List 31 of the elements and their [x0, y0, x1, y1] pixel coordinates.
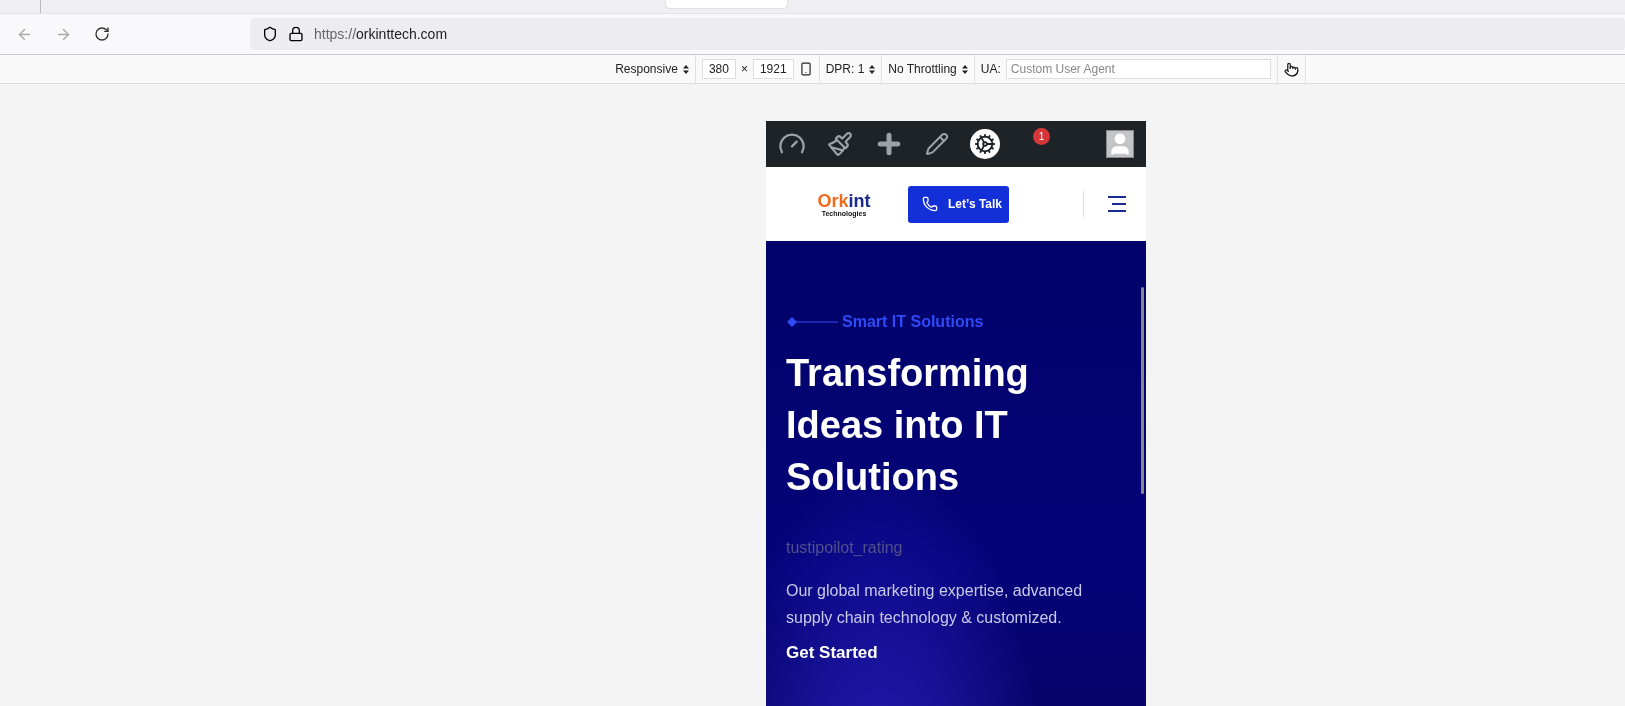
reload-icon[interactable] [94, 26, 110, 42]
hero-description: Our global marketing expertise, advanced supply chain technology & customized. [786, 581, 1084, 628]
height-input[interactable]: 1921 [752, 59, 794, 79]
width-input[interactable]: 380 [701, 59, 736, 79]
hero-tagline: Smart IT Solutions [842, 313, 984, 331]
ua-input[interactable]: Custom User Agent [1005, 59, 1271, 79]
url-text: https://orkinttech.com [314, 26, 448, 42]
shield-icon [262, 26, 278, 42]
brush-icon[interactable] [827, 131, 853, 157]
caret-icon [869, 64, 876, 74]
phone-icon [922, 196, 938, 212]
device-select[interactable]: Responsive [615, 62, 678, 76]
touch-icon[interactable] [1283, 61, 1299, 77]
times-sign: × [740, 62, 748, 76]
address-bar[interactable]: https://orkinttech.com [250, 18, 1625, 50]
lock-icon [288, 26, 304, 42]
ua-label: UA: [980, 62, 1001, 76]
dpr-select[interactable]: DPR: 1 [825, 62, 865, 76]
diamond-line-icon [786, 316, 838, 328]
gear-icon[interactable] [970, 129, 1000, 159]
pencil-icon[interactable] [925, 132, 949, 156]
menu-icon[interactable] [1106, 195, 1126, 213]
get-started-link[interactable]: Get Started [786, 643, 878, 663]
caret-icon [682, 64, 689, 74]
hero-heading: Transforming Ideas into IT Solutions [786, 351, 1030, 500]
throttling-select[interactable]: No Throttling [888, 62, 957, 76]
notification-badge[interactable]: 1 [1033, 127, 1050, 145]
rating-placeholder-text: tustipoilot_rating [786, 539, 904, 557]
avatar-icon[interactable] [1106, 130, 1134, 158]
lets-talk-button[interactable]: Let’s Talk [908, 185, 1009, 223]
caret-icon [961, 64, 968, 74]
